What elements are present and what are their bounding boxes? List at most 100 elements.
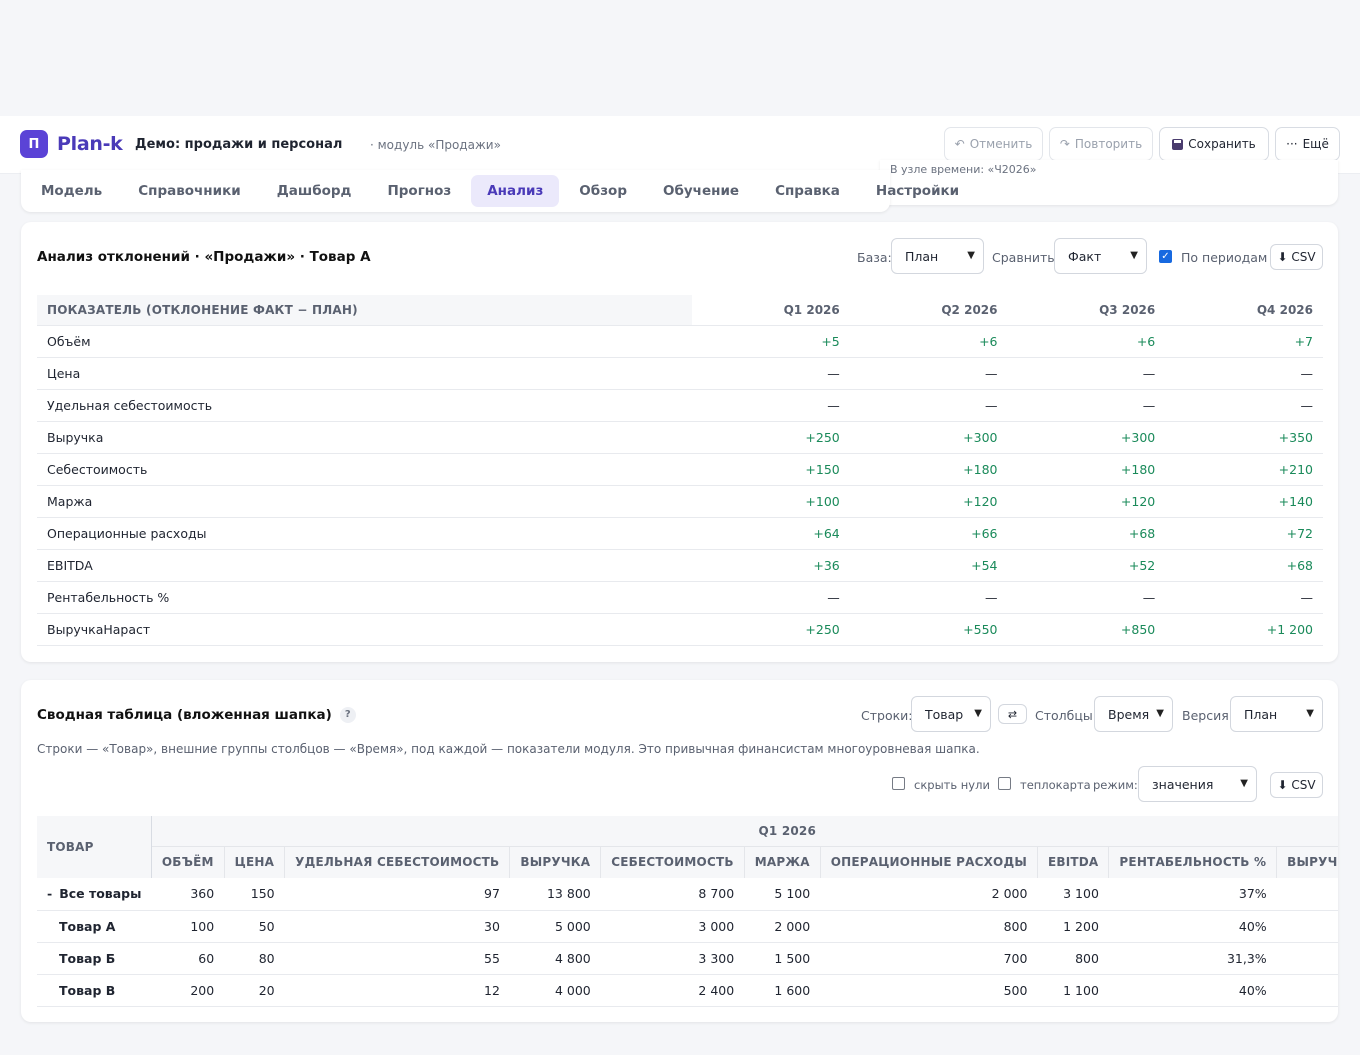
tab-6[interactable]: Обучение: [647, 175, 755, 207]
pivot-cell: 40%: [1108, 910, 1277, 943]
chevron-down-icon: ▼: [967, 250, 975, 261]
variance-cell: +52: [1007, 549, 1166, 582]
version-select[interactable]: План ▼: [1230, 696, 1323, 732]
version-select-value: План: [1244, 706, 1278, 722]
pivot-cell: 5 000: [1276, 910, 1338, 943]
save-button[interactable]: Сохранить: [1159, 127, 1269, 161]
pivot-cell: 4 800: [509, 942, 601, 975]
variance-cell: +72: [1165, 517, 1323, 550]
redo-icon: ↷: [1059, 137, 1070, 151]
variance-cell: +180: [1007, 453, 1166, 486]
variance-cell: —: [692, 581, 850, 614]
pivot-cell: 700: [820, 942, 1038, 975]
variance-header-metric: Показатель (отклонение факт − план): [37, 295, 692, 326]
variance-cell: +300: [849, 421, 1008, 454]
tab-0[interactable]: Модель: [25, 175, 118, 207]
pivot-csv-button[interactable]: ⬇ CSV: [1270, 772, 1323, 798]
compare-select[interactable]: Факт ▼: [1054, 238, 1147, 274]
variance-table: Показатель (отклонение факт − план) Q1 20…: [37, 295, 1323, 646]
pivot-metric-header: Удельная себестоимость: [284, 845, 510, 878]
base-label: База:: [857, 250, 892, 265]
variance-row: Объём +5 +6 +6 +7: [37, 325, 1323, 358]
pivot-cell: 31,3%: [1108, 942, 1277, 975]
pivot-cell: 4 800: [1276, 942, 1338, 975]
tab-3[interactable]: Прогноз: [371, 175, 467, 207]
app-name: Plan-k: [57, 133, 123, 155]
base-select-value: План: [905, 248, 939, 264]
variance-cell: —: [1007, 357, 1166, 390]
base-select[interactable]: План ▼: [891, 238, 984, 274]
pivot-cell: 8 700: [600, 878, 745, 911]
pivot-cell: 50: [224, 910, 285, 943]
tab-7[interactable]: Справка: [759, 175, 856, 207]
tab-5[interactable]: Обзор: [563, 175, 643, 207]
variance-row-label: ВыручкаНараст: [37, 613, 692, 646]
pivot-row-label: Товар Б: [37, 942, 152, 975]
rows-label: Строки:: [861, 708, 913, 723]
pivot-cell: 200: [151, 974, 225, 1007]
redo-button[interactable]: ↷ Повторить: [1049, 127, 1153, 161]
tab-4[interactable]: Анализ: [471, 175, 560, 207]
heatmap-checkbox[interactable]: [998, 777, 1011, 790]
tab-1[interactable]: Справочники: [122, 175, 257, 207]
cols-select[interactable]: Время ▼: [1094, 696, 1173, 732]
pivot-row: Товар А 100 50 30 5 000 3 000 2 000 800 1 200 40%…: [37, 910, 1338, 943]
chevron-down-icon: ▼: [1306, 708, 1314, 719]
variance-row-label: EBITDA: [37, 549, 692, 582]
variance-cell: +150: [692, 453, 850, 486]
pivot-cell: 4 000: [509, 974, 601, 1007]
variance-title: Анализ отклонений · «Продажи» · Товар А: [37, 249, 371, 265]
variance-row-label: Удельная себестоимость: [37, 389, 692, 422]
module-name: · модуль «Продажи»: [370, 138, 501, 152]
pivot-row-name: Товар В: [59, 982, 116, 998]
app-logo-icon: П: [20, 130, 48, 158]
pivot-title: Сводная таблица (вложенная шапка): [37, 707, 332, 723]
variance-row: Выручка +250 +300 +300 +350: [37, 421, 1323, 454]
variance-cell: +68: [1165, 549, 1323, 582]
variance-cell: +100: [692, 485, 850, 518]
variance-cell: —: [1007, 389, 1166, 422]
mode-select-value: значения: [1152, 776, 1214, 792]
variance-cell: +68: [1007, 517, 1166, 550]
variance-csv-button[interactable]: ⬇ CSV: [1270, 244, 1323, 270]
rows-select[interactable]: Товар ▼: [911, 696, 991, 732]
variance-row-label: Объём: [37, 325, 692, 358]
pivot-group-header: Q1 2026: [151, 816, 1338, 846]
pivot-cell: 37%: [1108, 878, 1277, 911]
pivot-cell: 800: [820, 910, 1038, 943]
hide-zeros-checkbox[interactable]: [892, 777, 905, 790]
chevron-down-icon: ▼: [1130, 250, 1138, 261]
swap-axes-button[interactable]: ⇄: [998, 704, 1027, 724]
tab-2[interactable]: Дашборд: [261, 175, 368, 207]
pivot-cell: 2 000: [744, 910, 821, 943]
pivot-description: Строки — «Товар», внешние группы столбцо…: [37, 742, 980, 756]
pivot-row: - Все товары 360 150 97 13 800 8 700 5 100 2 000…: [37, 878, 1338, 911]
variance-cell: +850: [1007, 613, 1166, 646]
undo-button[interactable]: ↶ Отменить: [944, 127, 1043, 161]
by-periods-checkbox[interactable]: ✓: [1159, 250, 1172, 263]
pivot-cell: 800: [1037, 942, 1109, 975]
pivot-cell: 1 600: [744, 974, 821, 1007]
help-icon[interactable]: ?: [339, 707, 356, 723]
variance-row: Маржа +100 +120 +120 +140: [37, 485, 1323, 518]
mode-select[interactable]: значения ▼: [1138, 766, 1257, 802]
variance-row-label: Операционные расходы: [37, 517, 692, 550]
variance-cell: +36: [692, 549, 850, 582]
pivot-cell: 3 000: [600, 910, 745, 943]
variance-header-period: Q3 2026: [1007, 295, 1166, 326]
pivot-metric-header: Себестоимость: [600, 845, 745, 878]
pivot-cell: 12: [284, 974, 510, 1007]
tab-8[interactable]: Настройки: [860, 175, 975, 207]
pivot-cell: 500: [820, 974, 1038, 1007]
mode-label: режим:: [1093, 778, 1138, 792]
pivot-cell: 60: [151, 942, 225, 975]
pivot-card: Сводная таблица (вложенная шапка)? Строк…: [21, 680, 1338, 1022]
pivot-cell: 2 000: [820, 878, 1038, 911]
variance-cell: +6: [1007, 325, 1166, 358]
collapse-toggle-icon[interactable]: -: [47, 886, 52, 901]
more-button[interactable]: ··· Ещё: [1275, 127, 1340, 161]
pivot-row-label[interactable]: - Все товары: [37, 878, 152, 911]
variance-row: Удельная себестоимость — — — —: [37, 389, 1323, 422]
pivot-cell: 3 300: [600, 942, 745, 975]
pivot-cell: 1 200: [1037, 910, 1109, 943]
